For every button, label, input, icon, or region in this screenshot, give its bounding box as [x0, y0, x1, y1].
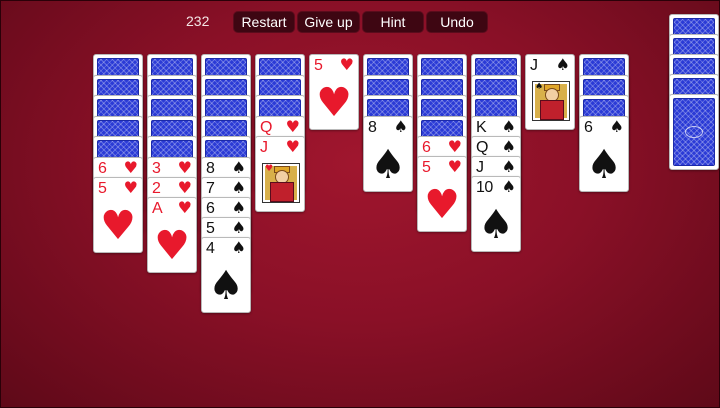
- spade-large-icon: ♠: [586, 141, 622, 188]
- card-rank: Q: [476, 138, 488, 156]
- spade-suit-icon: ♠: [231, 197, 246, 217]
- card-rank: 3: [152, 159, 161, 177]
- playing-card[interactable]: A ♥ ♥: [147, 196, 197, 273]
- playing-card[interactable]: J ♥ ♥: [255, 135, 305, 212]
- hint-button[interactable]: Hint: [362, 11, 424, 33]
- card-rank: 8: [368, 118, 377, 136]
- card-rank: 10: [476, 178, 493, 196]
- playing-card[interactable]: 5 ♥ ♥: [417, 156, 467, 232]
- spade-large-icon: ♠: [370, 141, 406, 188]
- stock-card: [669, 94, 719, 170]
- heart-suit-icon: ♥: [123, 157, 138, 177]
- spade-large-icon: ♠: [208, 262, 244, 309]
- heart-suit-icon: ♥: [123, 177, 138, 197]
- card-rank: J: [530, 57, 538, 74]
- spade-suit-icon: ♠: [501, 176, 516, 196]
- spade-suit-icon: ♠: [555, 55, 570, 74]
- spade-suit-icon: ♠: [393, 116, 408, 136]
- spade-suit-icon: ♠: [609, 116, 624, 136]
- heart-large-icon: ♥: [316, 80, 352, 126]
- card-rank: 4: [206, 239, 215, 257]
- card-rank: 8: [206, 159, 215, 177]
- heart-large-icon: ♥: [424, 182, 460, 228]
- card-rank: Q: [260, 118, 272, 136]
- playing-card[interactable]: 4 ♠ ♠: [201, 236, 251, 313]
- card-rank: 6: [584, 118, 593, 136]
- playing-card[interactable]: 8 ♠ ♠: [363, 115, 413, 192]
- heart-suit-icon: ♥: [177, 177, 192, 197]
- spade-suit-icon: ♠: [231, 157, 246, 177]
- heart-suit-icon: ♥: [447, 157, 462, 176]
- heart-suit-icon: ♥: [285, 136, 300, 156]
- spade-suit-icon: ♠: [501, 116, 516, 136]
- spade-large-icon: ♠: [478, 201, 514, 248]
- restart-button[interactable]: Restart: [233, 11, 295, 33]
- card-rank: 6: [206, 199, 215, 217]
- card-rank: 6: [98, 159, 107, 177]
- card-rank: J: [260, 138, 268, 156]
- card-rank: 5: [206, 219, 215, 237]
- playing-card[interactable]: 10 ♠ ♠: [471, 175, 521, 252]
- card-rank: K: [476, 118, 487, 136]
- heart-suit-icon: ♥: [177, 197, 192, 217]
- heart-suit-icon: ♥: [285, 116, 300, 136]
- spade-suit-icon: ♠: [501, 156, 516, 176]
- playing-card[interactable]: 5 ♥ ♥: [93, 176, 143, 253]
- spade-suit-icon: ♠: [231, 217, 246, 237]
- heart-large-icon: ♥: [154, 222, 190, 269]
- playing-card[interactable]: 6 ♠ ♠: [579, 115, 629, 192]
- spade-suit-icon: ♠: [231, 237, 246, 257]
- playing-card[interactable]: 5 ♥ ♥: [309, 54, 359, 130]
- undo-button[interactable]: Undo: [426, 11, 488, 33]
- card-rank: 5: [314, 57, 323, 74]
- playing-card[interactable]: J ♠ ♠: [525, 54, 575, 130]
- spade-suit-icon: ♠: [231, 177, 246, 197]
- heart-large-icon: ♥: [100, 202, 136, 249]
- face-card-portrait-icon: ♥: [262, 162, 300, 203]
- heart-suit-icon: ♥: [447, 137, 462, 156]
- heart-suit-icon: ♥: [177, 157, 192, 177]
- card-rank: J: [476, 158, 484, 176]
- give-up-button[interactable]: Give up: [297, 11, 360, 33]
- spade-suit-icon: ♠: [501, 136, 516, 156]
- card-rank: 5: [98, 179, 107, 197]
- card-rank: 6: [422, 139, 431, 156]
- card-back-pattern: [673, 98, 715, 166]
- heart-suit-icon: ♥: [339, 55, 354, 74]
- card-rank: 2: [152, 179, 161, 197]
- card-rank: 5: [422, 159, 431, 176]
- card-rank: A: [152, 199, 163, 217]
- card-back-emblem-icon: [685, 126, 703, 138]
- score-counter: 232: [186, 13, 210, 29]
- card-rank: 7: [206, 179, 215, 197]
- face-card-portrait-icon: ♠: [532, 81, 570, 121]
